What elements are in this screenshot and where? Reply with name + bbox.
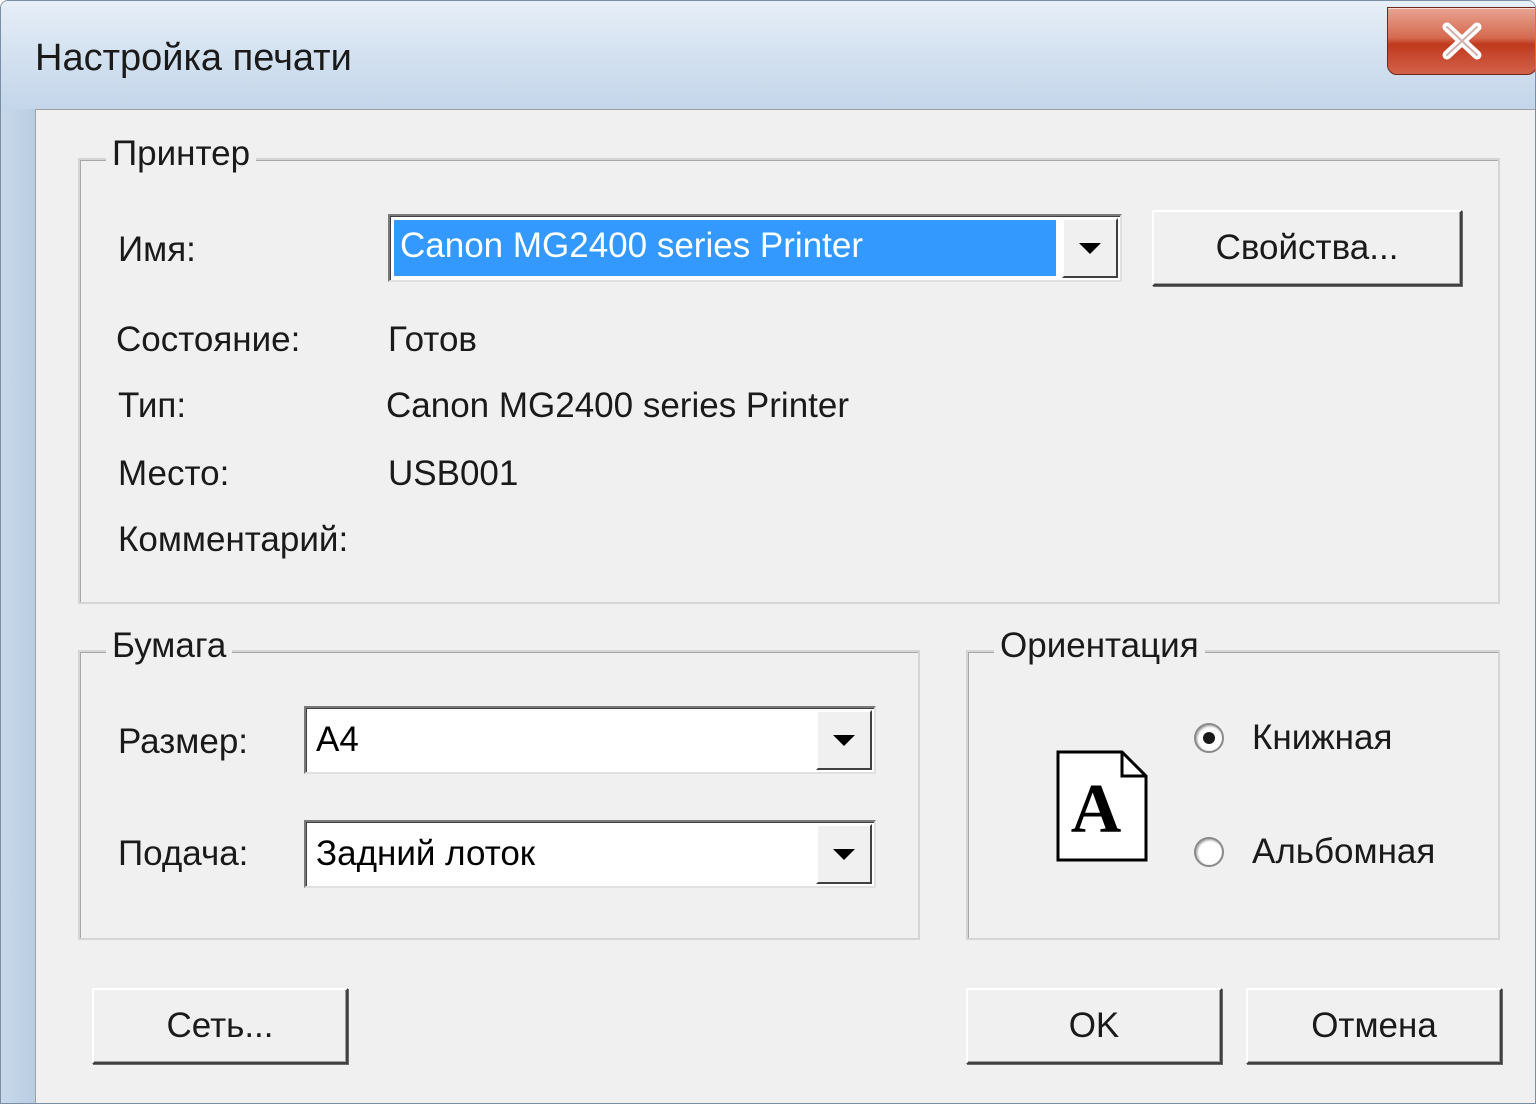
printer-name-label: Имя: (118, 230, 196, 269)
network-button[interactable]: Сеть... (92, 988, 348, 1064)
comment-label: Комментарий: (118, 520, 349, 559)
portrait-radio[interactable]: Книжная (1194, 718, 1392, 758)
print-setup-window: Настройка печати Принтер Имя: Canon MG24… (0, 0, 1536, 1104)
properties-button[interactable]: Свойства... (1152, 210, 1462, 286)
radio-selected-dot (1203, 732, 1215, 744)
type-value: Canon MG2400 series Printer (386, 386, 849, 425)
orientation-group: Ориентация (966, 626, 1500, 940)
paper-source-value: Задний лоток (316, 834, 536, 873)
ok-button[interactable]: OK (966, 988, 1222, 1064)
paper-source-dropdown[interactable]: Задний лоток (304, 820, 876, 888)
close-button[interactable] (1387, 7, 1535, 75)
portrait-radio-button[interactable] (1194, 723, 1224, 753)
paper-size-label: Размер: (118, 722, 249, 761)
printer-name-value: Canon MG2400 series Printer (394, 220, 1056, 276)
paper-size-dropdown[interactable]: A4 (304, 706, 876, 774)
paper-group: Бумага (78, 626, 920, 940)
portrait-page-icon: A (1056, 750, 1148, 862)
printer-name-dropdown-arrow[interactable] (1062, 218, 1118, 278)
page-glyph: A (1071, 771, 1122, 848)
portrait-label: Книжная (1252, 718, 1393, 757)
type-label: Тип: (118, 386, 187, 425)
chevron-down-icon (1079, 242, 1101, 254)
location-label: Место: (118, 454, 230, 493)
window-frame-left (1, 1, 35, 1103)
printer-name-dropdown[interactable]: Canon MG2400 series Printer (388, 214, 1122, 282)
paper-size-dropdown-arrow[interactable] (816, 710, 872, 770)
location-value: USB001 (388, 454, 519, 493)
landscape-radio-button[interactable] (1194, 837, 1224, 867)
landscape-label: Альбомная (1252, 832, 1436, 871)
dialog-body: Принтер Имя: Canon MG2400 series Printer… (35, 109, 1535, 1103)
landscape-radio[interactable]: Альбомная (1194, 832, 1435, 872)
cancel-button[interactable]: Отмена (1246, 988, 1502, 1064)
window-title: Настройка печати (35, 37, 352, 79)
printer-group-label: Принтер (106, 134, 257, 174)
close-icon (1388, 8, 1535, 74)
title-bar[interactable]: Настройка печати (1, 1, 1535, 109)
chevron-down-icon (833, 734, 855, 746)
status-label: Состояние: (116, 320, 301, 359)
paper-group-label: Бумага (106, 626, 233, 666)
paper-source-dropdown-arrow[interactable] (816, 824, 872, 884)
status-value: Готов (388, 320, 478, 359)
orientation-group-label: Ориентация (994, 626, 1205, 666)
chevron-down-icon (833, 848, 855, 860)
paper-size-value: A4 (316, 720, 359, 759)
paper-source-label: Подача: (118, 834, 249, 873)
